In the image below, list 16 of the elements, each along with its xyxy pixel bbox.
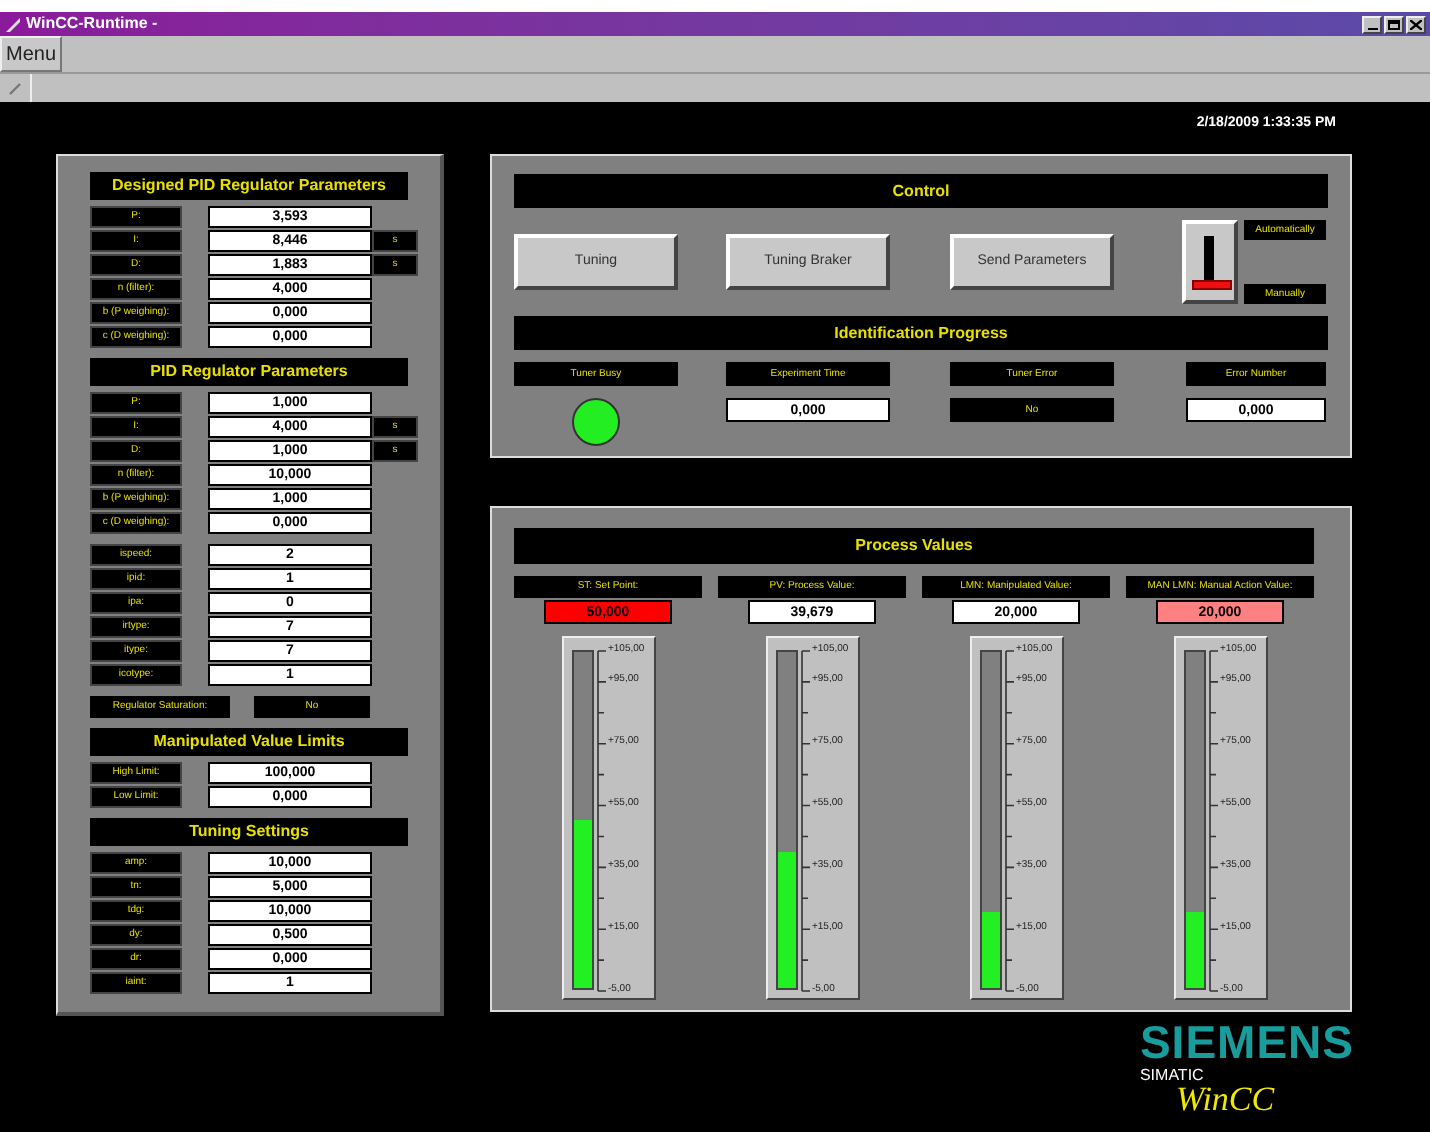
brand-logo: SIEMENS <box>1139 1020 1354 1066</box>
section-header: PID Regulator Parameters <box>90 358 408 386</box>
mode-switch[interactable] <box>1182 220 1238 304</box>
minimize-button[interactable] <box>1362 15 1382 33</box>
menu-button[interactable]: Menu <box>0 36 63 72</box>
section-header: Tuning Settings <box>90 818 408 846</box>
window-title: WinCC-Runtime - <box>26 16 158 32</box>
section-header: Manipulated Value Limits <box>90 728 408 756</box>
section-header: Process Values <box>514 528 1314 564</box>
close-button[interactable] <box>1406 15 1426 33</box>
maximize-button[interactable] <box>1384 15 1404 33</box>
product-name: WinCC <box>1175 1082 1275 1116</box>
section-header: Identification Progress <box>514 316 1328 350</box>
section-header: Control <box>514 174 1328 208</box>
section-header: Designed PID Regulator Parameters <box>90 172 408 200</box>
product-line: SIMATIC <box>1139 1068 1204 1084</box>
